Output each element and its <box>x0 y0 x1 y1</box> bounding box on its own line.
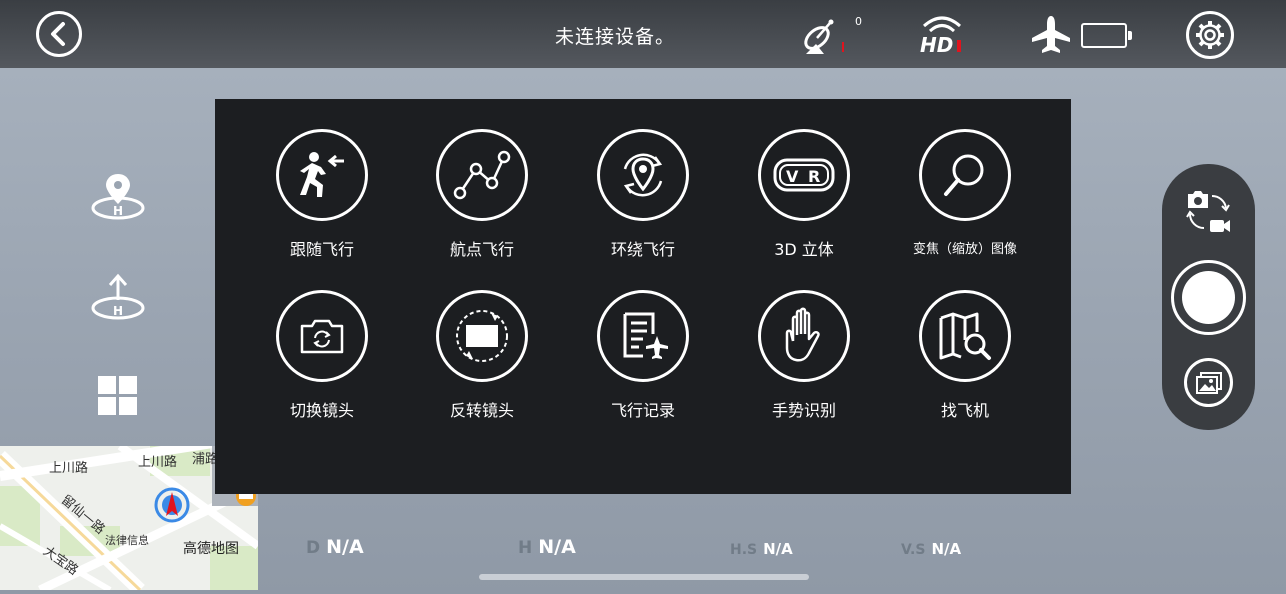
mode-label: 切换镜头 <box>289 401 354 420</box>
flight-mode-panel: 跟随飞行 航点飞行 环绕飞行 V R 3D 立体 变焦（缩放）图像 切换镜头 反… <box>215 99 1071 494</box>
mode-label: 航点飞行 <box>449 240 514 259</box>
map-label: 上川路 <box>49 461 89 476</box>
telemetry-value: N/A <box>763 540 793 558</box>
svg-text:V: V <box>786 167 799 186</box>
orbit-icon <box>623 153 663 197</box>
mode-label: 反转镜头 <box>449 401 514 420</box>
svg-text:H: H <box>113 304 123 318</box>
telemetry-key: V.S <box>901 542 926 558</box>
mode-follow[interactable]: 跟随飞行 <box>247 99 397 259</box>
mode-label: 飞行记录 <box>610 401 675 420</box>
find-aircraft-map-icon <box>939 312 991 360</box>
telemetry-value: N/A <box>326 536 364 558</box>
flight-log-icon <box>623 312 668 359</box>
connection-status: 未连接设备。 <box>554 26 675 48</box>
chevron-left-icon <box>51 22 65 46</box>
top-bar: 未连接设备。 0 HD <box>0 0 1286 68</box>
mode-label: 跟随飞行 <box>289 240 354 259</box>
mode-label: 3D 立体 <box>774 240 834 259</box>
telemetry-horizontal-speed: H.S N/A <box>730 540 793 558</box>
zoom-search-icon <box>944 154 984 196</box>
airplane-icon <box>1032 16 1070 53</box>
photo-video-switch-button[interactable] <box>1182 184 1236 238</box>
telemetry-vertical-speed: V.S N/A <box>901 540 961 558</box>
svg-text:H: H <box>113 204 123 218</box>
follow-runner-icon <box>300 152 344 197</box>
mode-label: 找飞机 <box>940 401 989 420</box>
mode-switch-camera[interactable]: 切换镜头 <box>247 260 397 420</box>
mode-flip-lens[interactable]: 反转镜头 <box>407 260 557 420</box>
telemetry-value: N/A <box>931 540 962 558</box>
telemetry-distance: D N/A <box>306 536 364 558</box>
map-label: 上川路 <box>138 455 178 470</box>
camera-controls <box>1162 164 1255 430</box>
waypoint-icon <box>453 150 511 200</box>
mode-gesture[interactable]: 手势识别 <box>729 260 879 420</box>
mode-zoom[interactable]: 变焦（缩放）图像 <box>890 99 1040 257</box>
home-location-button[interactable]: H <box>88 172 148 232</box>
satellite-dish-icon <box>804 19 844 54</box>
compass-location-icon <box>154 487 190 523</box>
mode-find-aircraft[interactable]: 找飞机 <box>890 260 1040 420</box>
mode-orbit[interactable]: 环绕飞行 <box>568 99 718 259</box>
svg-text:R: R <box>808 167 820 186</box>
home-indicator[interactable] <box>479 574 809 580</box>
shutter-button[interactable] <box>1171 260 1246 335</box>
vr-goggles-icon: V R <box>773 158 835 192</box>
grid-menu-icon[interactable] <box>96 374 140 418</box>
settings-button[interactable] <box>1186 11 1234 59</box>
mode-label: 变焦（缩放）图像 <box>912 242 1017 257</box>
telemetry-key: H <box>518 538 533 558</box>
hand-gesture-icon <box>785 307 820 362</box>
svg-text:HD: HD <box>920 33 953 56</box>
shutter-core <box>1182 271 1235 324</box>
satellite-count: 0 <box>855 15 862 28</box>
telemetry-height: H N/A <box>518 536 576 558</box>
back-button[interactable] <box>36 11 82 57</box>
flip-lens-icon <box>456 310 508 362</box>
gear-icon <box>1196 21 1224 49</box>
hd-signal-icon: HD <box>920 16 961 56</box>
takeoff-button[interactable]: H <box>88 272 148 332</box>
telemetry-value: N/A <box>538 536 576 558</box>
telemetry-key: D <box>306 538 321 558</box>
mode-label: 手势识别 <box>771 401 836 420</box>
camera-switch-icon <box>300 319 344 354</box>
gallery-button[interactable] <box>1184 358 1233 407</box>
mode-waypoint[interactable]: 航点飞行 <box>407 99 557 259</box>
map-logo: 高德地图 <box>183 541 239 557</box>
gallery-icon <box>1195 371 1222 394</box>
mode-label: 环绕飞行 <box>610 240 675 259</box>
map-label: 法律信息 <box>105 534 149 547</box>
mode-3d[interactable]: V R 3D 立体 <box>729 99 879 259</box>
mode-flight-log[interactable]: 飞行记录 <box>568 260 718 420</box>
telemetry-key: H.S <box>730 542 758 558</box>
battery-icon <box>1081 23 1132 48</box>
